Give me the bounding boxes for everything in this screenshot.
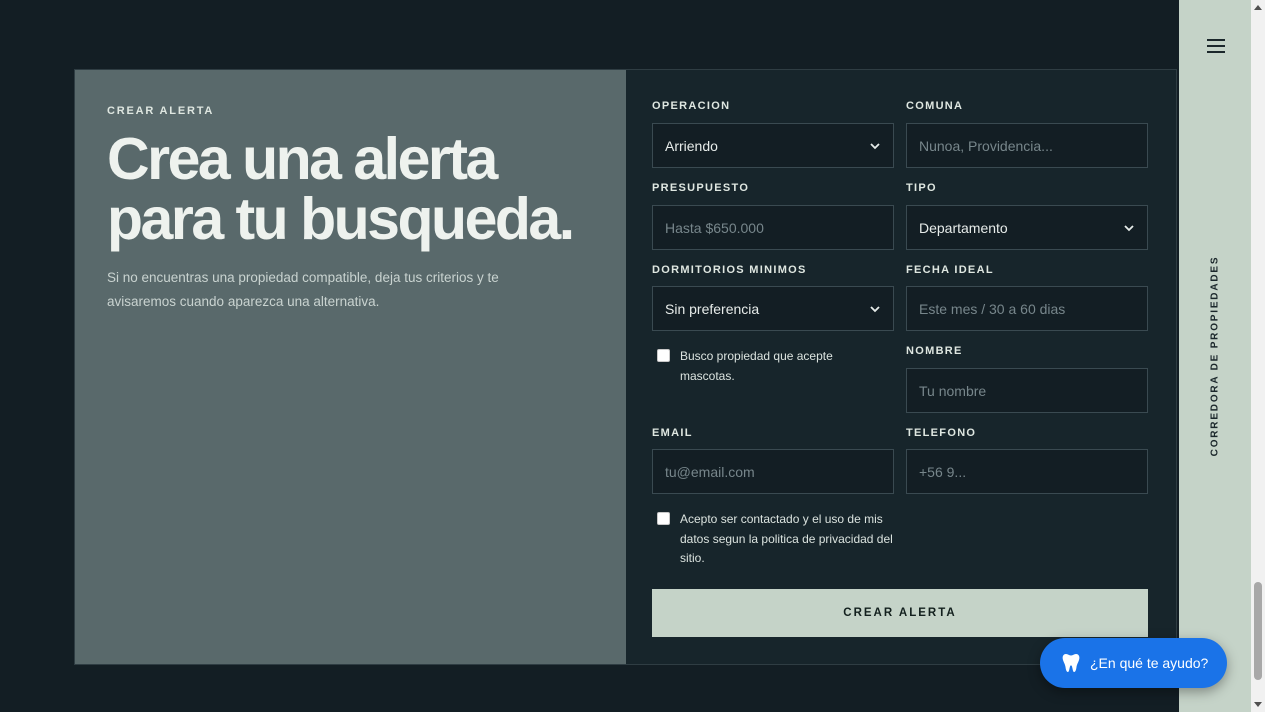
scrollbar-thumb[interactable] bbox=[1254, 582, 1262, 680]
telefono-input[interactable]: +56 9... bbox=[906, 449, 1148, 494]
scroll-up-icon[interactable] bbox=[1254, 5, 1262, 10]
fecha-label: FECHA IDEAL bbox=[906, 264, 994, 276]
hero-intro: Si no encuentras una propiedad compatibl… bbox=[107, 270, 499, 309]
email-placeholder: tu@email.com bbox=[665, 463, 755, 480]
fecha-placeholder: Este mes / 30 a 60 dias bbox=[919, 300, 1066, 317]
chevron-down-icon bbox=[1124, 224, 1134, 231]
headline-line-1: Crea una alerta bbox=[107, 126, 498, 192]
nombre-input[interactable]: Tu nombre bbox=[906, 368, 1148, 413]
comuna-label: COMUNA bbox=[906, 100, 964, 112]
hero-headline: Crea una alerta para tu busqueda. bbox=[107, 129, 607, 249]
mascotas-text: Busco propiedad que acepte mascotas. bbox=[680, 349, 833, 383]
telefono-placeholder: +56 9... bbox=[919, 463, 967, 480]
mascotas-checkbox-row[interactable]: Busco propiedad que acepte mascotas. bbox=[657, 347, 857, 386]
scroll-down-icon[interactable] bbox=[1254, 702, 1262, 707]
nombre-label: NOMBRE bbox=[906, 345, 963, 357]
tipo-select[interactable]: Departamento bbox=[906, 205, 1148, 250]
consent-checkbox[interactable] bbox=[657, 512, 670, 525]
dormitorios-value: Sin preferencia bbox=[665, 300, 760, 317]
email-input[interactable]: tu@email.com bbox=[652, 449, 894, 494]
hamburger-icon[interactable] bbox=[1207, 38, 1225, 54]
chevron-down-icon bbox=[870, 142, 880, 149]
headline-line-2: para tu busqueda. bbox=[107, 186, 575, 252]
email-label: EMAIL bbox=[652, 427, 693, 439]
brand-vertical-text: CORREDORA DE PROPIEDADES bbox=[1209, 255, 1221, 457]
dormitorios-label: DORMITORIOS MINIMOS bbox=[652, 264, 807, 276]
presupuesto-placeholder: Hasta $650.000 bbox=[665, 219, 764, 236]
comuna-input[interactable]: Nunoa, Providencia... bbox=[906, 123, 1148, 168]
presupuesto-input[interactable]: Hasta $650.000 bbox=[652, 205, 894, 250]
tipo-value: Departamento bbox=[919, 219, 1008, 236]
telefono-label: TELEFONO bbox=[906, 427, 977, 439]
page-scrollbar[interactable] bbox=[1251, 0, 1265, 712]
fecha-input[interactable]: Este mes / 30 a 60 dias bbox=[906, 286, 1148, 331]
comuna-placeholder: Nunoa, Providencia... bbox=[919, 137, 1053, 154]
consent-text: Acepto ser contactado y el uso de mis da… bbox=[680, 512, 893, 565]
operacion-value: Arriendo bbox=[665, 137, 718, 154]
hero-section: CREAR ALERTA Crea una alerta para tu bus… bbox=[75, 70, 626, 664]
help-chat-button[interactable]: ¿En qué te ayudo? bbox=[1040, 638, 1227, 688]
operacion-select[interactable]: Arriendo bbox=[652, 123, 894, 168]
help-chat-label: ¿En qué te ayudo? bbox=[1090, 655, 1209, 671]
dormitorios-select[interactable]: Sin preferencia bbox=[652, 286, 894, 331]
consent-checkbox-row[interactable]: Acepto ser contactado y el uso de mis da… bbox=[657, 510, 897, 569]
nombre-placeholder: Tu nombre bbox=[919, 382, 987, 399]
presupuesto-label: PRESUPUESTO bbox=[652, 182, 750, 194]
tipo-label: TIPO bbox=[906, 182, 937, 194]
mascotas-checkbox[interactable] bbox=[657, 349, 670, 362]
operacion-label: OPERACION bbox=[652, 100, 731, 112]
tooth-icon bbox=[1062, 654, 1080, 672]
hero-eyebrow: CREAR ALERTA bbox=[107, 105, 215, 117]
crear-alerta-button[interactable]: CREAR ALERTA bbox=[652, 589, 1148, 637]
chevron-down-icon bbox=[870, 305, 880, 312]
